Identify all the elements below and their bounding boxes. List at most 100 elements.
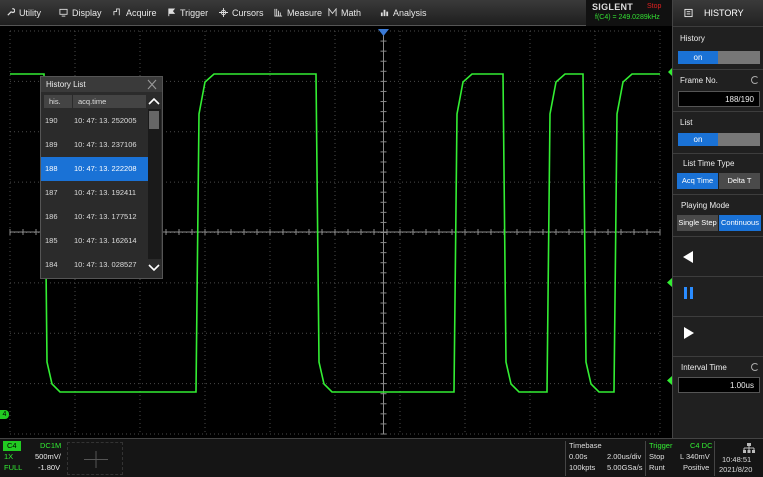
- brand-status: SIGLENT Stop f(C4) = 249.0289kHz: [586, 0, 672, 26]
- network-icon[interactable]: [743, 443, 755, 453]
- interval-section: Interval Time 1.00us: [673, 356, 763, 400]
- history-side-panel: HISTORY History on Frame No. 188/190 Lis…: [672, 0, 763, 438]
- menu-acquire[interactable]: Acquire: [113, 0, 157, 26]
- menu-trigger[interactable]: Trigger: [167, 0, 208, 26]
- pause-button[interactable]: [673, 276, 763, 316]
- channel-offset: -1.80V: [38, 463, 61, 472]
- history-row[interactable]: 189 10: 47: 13. 237106: [41, 133, 148, 157]
- monitor-icon: [59, 8, 68, 17]
- single-step-button[interactable]: Single Step: [677, 215, 718, 231]
- list-time-type-label: List Time Type: [683, 159, 735, 168]
- trigger-source: C4 DC: [690, 441, 713, 450]
- menu-utility[interactable]: Utility: [6, 0, 41, 26]
- trigger-level-marker-upper[interactable]: [668, 68, 672, 76]
- cursor-icon: [219, 8, 228, 17]
- interval-time-field[interactable]: 1.00us: [678, 377, 760, 393]
- history-row-selected[interactable]: 188 10: 47: 13. 222208: [41, 157, 148, 181]
- history-row[interactable]: 184 10: 47: 13. 028527: [41, 253, 148, 267]
- acquire-icon: [113, 8, 120, 16]
- menu-bar: Utility Display Acquire Trigger Cursors …: [0, 0, 672, 26]
- playing-mode-label: Playing Mode: [681, 201, 730, 210]
- list-toggle[interactable]: on: [678, 133, 760, 146]
- menu-measure[interactable]: Measure: [274, 0, 322, 26]
- trigger-mode: Runt: [649, 463, 665, 472]
- divider: [565, 441, 566, 476]
- playing-mode-buttons: Single Step Continuous: [677, 215, 761, 231]
- timebase-info[interactable]: Timebase 0.00s 2.00us/div 100kpts 5.00GS…: [567, 441, 645, 476]
- delta-t-button[interactable]: Delta T: [719, 173, 760, 189]
- menu-measure-label: Measure: [287, 8, 323, 18]
- acq-time-button[interactable]: Acq Time: [677, 173, 718, 189]
- channel-probe: 1X: [4, 452, 14, 461]
- menu-trigger-label: Trigger: [180, 8, 209, 18]
- timebase-label: Timebase: [569, 441, 602, 450]
- trigger-slope: Positive: [683, 463, 710, 472]
- trigger-level-marker[interactable]: [667, 278, 672, 287]
- menu-analysis-label: Analysis: [393, 8, 427, 18]
- menu-cursors-label: Cursors: [232, 8, 264, 18]
- play-forward-icon: [684, 327, 694, 339]
- timebase-delay: 0.00s: [569, 452, 588, 461]
- channel-bandwidth: FULL: [4, 463, 23, 472]
- channel-name: C4: [3, 441, 21, 451]
- previous-frame-button[interactable]: [673, 236, 763, 276]
- menu-acquire-label: Acquire: [126, 8, 157, 18]
- math-icon: [328, 8, 337, 17]
- playing-mode-section: Playing Mode Single Step Continuous: [673, 194, 763, 236]
- history-list-window: History List his. acq.time 190 10: 47: 13…: [40, 76, 163, 279]
- trigger-position-marker[interactable]: [378, 29, 389, 36]
- history-scrollbar[interactable]: [148, 109, 161, 259]
- history-row[interactable]: 190 10: 47: 13. 252005: [41, 109, 148, 133]
- clock-time: 10:48:51: [722, 455, 752, 464]
- list-time-type-section: List Time Type Acq Time Delta T: [673, 153, 763, 194]
- list-section: List on: [673, 111, 763, 153]
- scroll-up-icon[interactable]: [148, 97, 160, 105]
- history-section: History on: [673, 26, 763, 69]
- frame-number-field[interactable]: 188/190: [678, 91, 760, 107]
- close-icon[interactable]: [145, 79, 159, 90]
- list-toggle-on: on: [678, 133, 718, 146]
- history-column-his: his.: [44, 95, 72, 108]
- menu-utility-label: Utility: [19, 8, 41, 18]
- side-header-title: HISTORY: [704, 8, 744, 18]
- history-row[interactable]: 186 10: 47: 13. 177512: [41, 205, 148, 229]
- waveform-display[interactable]: 4 History List his. acq.time 190 10: 47: …: [0, 26, 672, 438]
- divider: [714, 441, 715, 476]
- trigger-level: L 340mV: [680, 452, 710, 461]
- menu-analysis[interactable]: Analysis: [380, 0, 427, 26]
- trigger-level-marker-lower[interactable]: [667, 376, 672, 385]
- brand-logo: SIGLENT: [592, 2, 634, 12]
- timebase-scale: 2.00us/div: [607, 452, 642, 461]
- add-channel-slot[interactable]: [67, 442, 123, 475]
- memory-depth: 100kpts: [569, 463, 596, 472]
- list-label: List: [680, 118, 693, 127]
- wrench-icon: [7, 8, 15, 16]
- next-frame-button[interactable]: [673, 316, 763, 356]
- menu-cursors[interactable]: Cursors: [219, 0, 264, 26]
- menu-math-label: Math: [341, 8, 362, 18]
- refresh-icon[interactable]: [751, 76, 759, 84]
- interval-refresh-icon[interactable]: [751, 363, 759, 371]
- clock-date: 2021/8/20: [719, 465, 753, 474]
- run-status[interactable]: Stop: [647, 3, 661, 10]
- channel-scale: 500mV/: [35, 452, 61, 461]
- history-toggle[interactable]: on: [678, 51, 760, 64]
- history-list-title: History List: [41, 77, 162, 92]
- frequency-counter: f(C4) = 249.0289kHz: [595, 14, 660, 21]
- history-row[interactable]: 185 10: 47: 13. 162614: [41, 229, 148, 253]
- trigger-info[interactable]: Trigger C4 DC Stop L 340mV Runt Positive: [647, 441, 713, 476]
- menu-math[interactable]: Math: [328, 0, 361, 26]
- continuous-button[interactable]: Continuous: [719, 215, 761, 231]
- scroll-down-icon[interactable]: [148, 264, 160, 272]
- history-label: History: [680, 34, 705, 43]
- menu-display[interactable]: Display: [59, 0, 102, 26]
- history-row[interactable]: 187 10: 47: 13. 192411: [41, 181, 148, 205]
- menu-display-label: Display: [72, 8, 102, 18]
- frame-section: Frame No. 188/190: [673, 69, 763, 111]
- channel-4-marker[interactable]: 4: [0, 410, 9, 419]
- play-backward-icon: [683, 251, 693, 263]
- history-rows: 190 10: 47: 13. 252005 189 10: 47: 13. 237…: [41, 109, 148, 267]
- side-header[interactable]: HISTORY: [673, 0, 763, 26]
- history-scrollbar-thumb[interactable]: [149, 111, 159, 129]
- channel-4-info[interactable]: C4 DC1M 1X 500mV/ FULL -1.80V: [2, 441, 66, 476]
